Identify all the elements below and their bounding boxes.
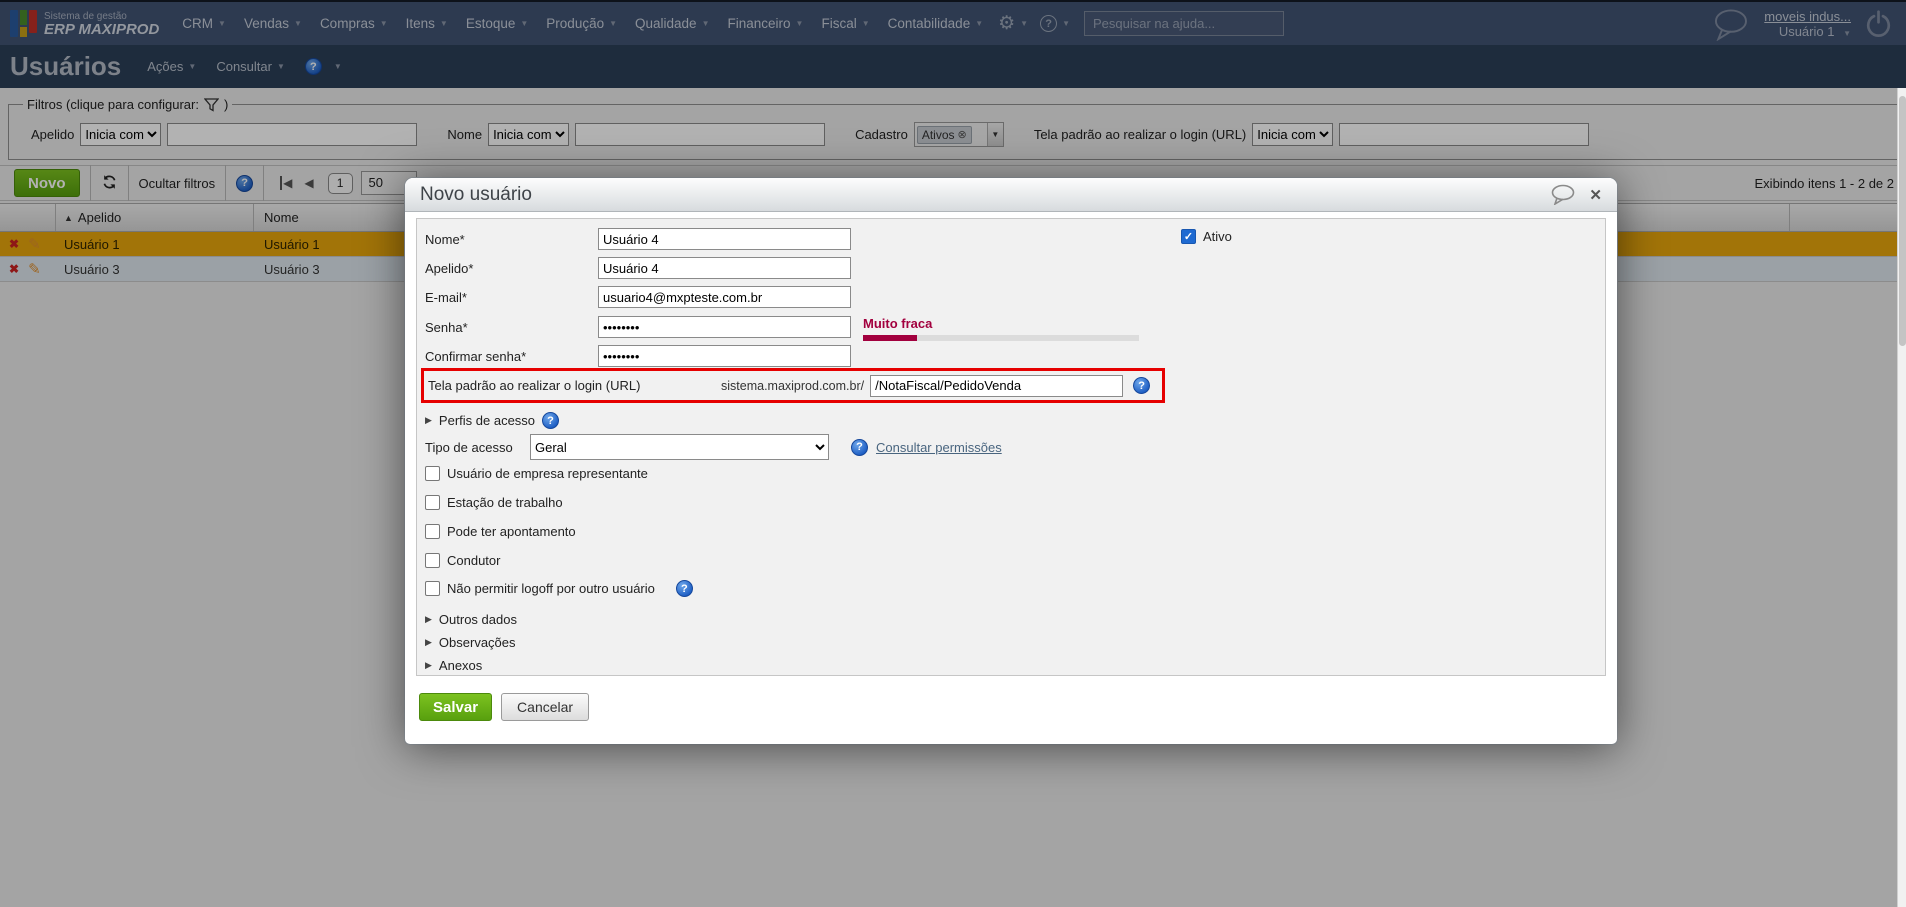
help-icon[interactable]: ? [851,438,868,456]
senha-label: Senha* [425,319,468,335]
dialog-form-panel: Nome* ✓ Ativo Apelido* E-mail* Senha* [416,218,1606,676]
scrollbar-thumb[interactable] [1899,96,1906,346]
chevron-right-icon: ▶ [425,415,432,425]
nao-permitir-logoff-checkbox[interactable] [425,581,440,596]
email-field[interactable] [598,286,851,308]
help-icon[interactable]: ? [542,412,560,429]
tipo-acesso-select[interactable]: Geral [530,434,829,460]
chevron-right-icon: ▶ [425,637,432,647]
page-scrollbar[interactable] [1897,88,1906,907]
save-button[interactable]: Salvar [419,693,493,721]
help-icon[interactable]: ? [1133,377,1151,394]
login-url-prefix: sistema.maxiprod.com.br/ [721,378,865,393]
confirmar-senha-label: Confirmar senha* [425,348,527,364]
confirmar-senha-field[interactable] [598,345,851,367]
apelido-field[interactable] [598,257,851,279]
login-url-highlight-box: Tela padrão ao realizar o login (URL) si… [421,368,1165,403]
dialog-title: Novo usuário [420,183,532,205]
nome-field[interactable] [598,228,851,250]
apelido-label: Apelido* [425,260,474,276]
section-outros-dados[interactable]: ▶ Outros dados [425,612,517,627]
section-observacoes[interactable]: ▶ Observações [425,635,516,650]
close-icon[interactable]: ✕ [1589,186,1602,204]
chevron-right-icon: ▶ [425,614,432,624]
login-url-label: Tela padrão ao realizar o login (URL) [428,378,641,393]
condutor-checkbox[interactable] [425,553,440,568]
tipo-acesso-label: Tipo de acesso [425,439,513,455]
estacao-trabalho-checkbox[interactable] [425,495,440,510]
ativo-checkbox[interactable]: ✓ [1181,229,1196,244]
section-perfis-de-acesso[interactable]: ▶ Perfis de acesso ? [425,412,560,429]
pode-ter-apontamento-checkbox[interactable] [425,524,440,539]
chevron-right-icon: ▶ [425,660,432,670]
ativo-label: Ativo [1203,229,1232,244]
nome-label: Nome* [425,231,465,247]
help-icon[interactable]: ? [675,580,693,597]
consultar-permissoes-link[interactable]: Consultar permissões [876,440,1002,455]
empresa-representante-checkbox[interactable] [425,466,440,481]
password-strength-label: Muito fraca [863,316,933,331]
email-label: E-mail* [425,289,467,305]
chat-bubble-icon[interactable] [1549,184,1576,205]
dialog-title-bar: Novo usuário ✕ [405,178,1617,212]
password-strength-bar [863,335,1139,341]
new-user-dialog: Novo usuário ✕ Nome* ✓ Ativo A [405,178,1617,744]
app-root: Sistema de gestão ERP MAXIPROD CRM ▼ Vend… [0,0,1906,907]
senha-field[interactable] [598,316,851,338]
section-anexos[interactable]: ▶ Anexos [425,658,482,673]
login-url-field[interactable] [870,374,1124,397]
cancel-button[interactable]: Cancelar [501,693,590,721]
